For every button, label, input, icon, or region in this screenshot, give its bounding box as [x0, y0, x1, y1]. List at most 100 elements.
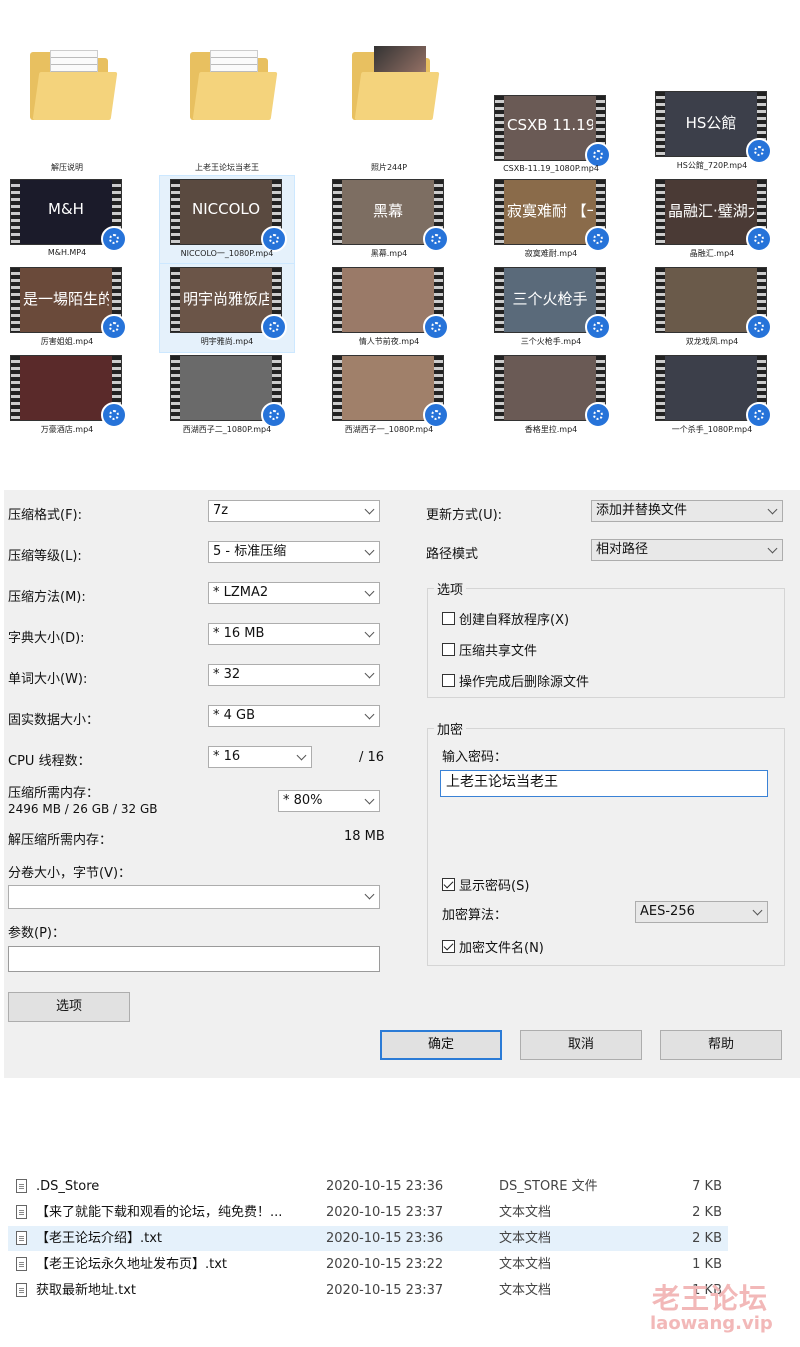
params-input[interactable] [8, 946, 380, 972]
video-file-item[interactable]: NICCOLO NICCOLO一_1080P.mp4 [159, 175, 295, 265]
thumbnail-caption: HS公館 [685, 114, 737, 132]
folder-icon [190, 50, 278, 120]
method-select[interactable]: * LZMA2 [208, 582, 380, 604]
video-file-item[interactable]: 西湖西子一_1080P.mp4 [322, 352, 456, 440]
sfx-checkbox[interactable]: 创建自释放程序(X) [442, 609, 569, 628]
file-name: 香格里拉.mp4 [524, 425, 578, 434]
chevron-down-icon [364, 794, 375, 805]
video-file-item[interactable]: 明宇尚雅饭店明宇雅尚.mp4 [159, 263, 295, 353]
threads-label: CPU 线程数： [8, 754, 91, 769]
video-file-item[interactable]: 西湖西子二_1080P.mp4 [160, 352, 294, 440]
file-name: 明宇雅尚.mp4 [200, 337, 254, 346]
video-file-item[interactable]: HS公館 HS公館_720P.mp4 [645, 88, 779, 176]
thumbnail-caption: 明宇尚雅饭店 [183, 290, 269, 308]
chevron-down-icon [364, 627, 375, 638]
solid-select[interactable]: * 4 GB [208, 705, 380, 727]
document-icon [16, 1205, 27, 1219]
cancel-button[interactable]: 取消 [520, 1030, 642, 1060]
thumbnail-caption: CSXB 11.19 [507, 116, 593, 134]
delete-checkbox[interactable]: 操作完成后删除源文件 [442, 671, 589, 690]
enc-method-select[interactable]: AES-256 [635, 901, 768, 923]
chevron-down-icon [364, 545, 375, 556]
update-select[interactable]: 添加并替换文件 [591, 500, 783, 522]
path-select[interactable]: 相对路径 [591, 539, 783, 561]
file-name: CSXB-11.19_1080P.mp4 [503, 164, 599, 173]
thumbnail-caption: NICCOLO [191, 200, 261, 218]
shared-checkbox[interactable]: 压缩共享文件 [442, 640, 537, 659]
chevron-down-icon [767, 504, 778, 515]
threads-value: * 16 [213, 749, 241, 764]
video-file-item[interactable]: 香格里拉.mp4 [484, 352, 618, 440]
path-value: 相对路径 [596, 542, 649, 557]
video-file-item[interactable]: 是一場陌生的期厉害姐姐.mp4 [0, 264, 134, 352]
volume-combobox[interactable] [8, 885, 380, 909]
video-file-item[interactable]: M&H M&H.MP4 [0, 176, 134, 264]
chevron-down-icon [364, 889, 375, 900]
video-file-item[interactable]: CSXB 11.19 CSXB-11.19_1080P.mp4 [484, 92, 618, 180]
options-group-title: 选项 [434, 579, 467, 598]
video-file-item[interactable]: 晶融汇·璧湖大战大屌晶融汇.mp4 [645, 176, 779, 264]
file-size: 2 KB [692, 1205, 722, 1220]
file-type: 文本文档 [499, 1283, 552, 1298]
folder-item[interactable]: 上老王论坛当老王 [160, 46, 294, 176]
video-thumbnail: 三个火枪手 [495, 268, 611, 340]
file-name: 晶融汇.mp4 [689, 249, 735, 258]
chevron-down-icon [364, 709, 375, 720]
word-select[interactable]: * 32 [208, 664, 380, 686]
update-label: 更新方式(U): [426, 508, 503, 523]
file-size: 7 KB [692, 1179, 722, 1194]
file-list-row[interactable]: 【老王论坛介绍】.txt 2020-10-15 23:36 文本文档 2 KB [8, 1226, 728, 1251]
checkbox-box [442, 940, 455, 953]
video-thumbnail [333, 268, 449, 340]
dict-select[interactable]: * 16 MB [208, 623, 380, 645]
encrypt-names-checkbox[interactable]: 加密文件名(N) [442, 937, 544, 956]
file-list-row[interactable]: 【来了就能下载和观看的论坛，纯免费！... 2020-10-15 23:37 文本文… [8, 1200, 728, 1225]
folder-item[interactable]: 解压说明 [0, 46, 134, 176]
video-file-item[interactable]: 万豪酒店.mp4 [0, 352, 134, 440]
video-file-item[interactable]: 黑幕 黑幕.mp4 [322, 176, 456, 264]
file-list-row[interactable]: .DS_Store 2020-10-15 23:36 DS_STORE 文件 7 KB [8, 1174, 728, 1199]
mem-percent-select[interactable]: * 80% [278, 790, 380, 812]
file-name: 双龙戏凤.mp4 [685, 337, 739, 346]
password-input[interactable]: 上老王论坛当老王 [440, 770, 768, 797]
chevron-down-icon [296, 750, 307, 761]
update-value: 添加并替换文件 [596, 503, 688, 518]
folder-item[interactable]: 照片244P [322, 46, 456, 176]
format-label: 压缩格式(F): [8, 508, 83, 523]
chevron-down-icon [364, 586, 375, 597]
file-name: 一个杀手_1080P.mp4 [671, 425, 753, 434]
decomp-value: 18 MB [344, 829, 385, 844]
video-thumbnail [495, 356, 611, 428]
video-file-item[interactable]: 一个杀手_1080P.mp4 [645, 352, 779, 440]
level-select[interactable]: 5 - 标准压缩 [208, 541, 380, 563]
format-select[interactable]: 7z [208, 500, 380, 522]
file-name: 情人节前夜.mp4 [358, 337, 420, 346]
video-file-item[interactable]: 情人节前夜.mp4 [322, 264, 456, 352]
folder-icon [30, 50, 118, 120]
video-file-item[interactable]: 寂寞难耐 【一】寂寞难耐.mp4 [484, 176, 618, 264]
video-thumbnail: 晶融汇·璧湖大战大屌 [656, 180, 772, 252]
ok-button[interactable]: 确定 [380, 1030, 502, 1060]
file-name: 寂寞难耐.mp4 [524, 249, 578, 258]
method-value: * LZMA2 [213, 585, 269, 600]
enc-method-label: 加密算法： [442, 908, 508, 923]
file-list-row[interactable]: 【老王论坛永久地址发布页】.txt 2020-10-15 23:22 文本文档 1 K… [8, 1252, 728, 1277]
video-file-item[interactable]: 双龙戏凤.mp4 [645, 264, 779, 352]
checkbox-box [442, 643, 455, 656]
show-password-label: 显示密码(S) [459, 879, 530, 894]
show-password-checkbox[interactable]: 显示密码(S) [442, 875, 529, 894]
file-list-row[interactable]: 获取最新地址.txt 2020-10-15 23:37 文本文档 1 KB [8, 1278, 728, 1303]
file-type: DS_STORE 文件 [499, 1179, 598, 1194]
file-name: HS公館_720P.mp4 [676, 161, 748, 170]
file-name: .DS_Store [36, 1179, 100, 1194]
help-button[interactable]: 帮助 [660, 1030, 782, 1060]
threads-total: / 16 [359, 750, 385, 765]
threads-select[interactable]: * 16 [208, 746, 312, 768]
video-file-item[interactable]: 三个火枪手 三个火枪手.mp4 [484, 264, 618, 352]
video-thumbnail [656, 356, 772, 428]
solid-value: * 4 GB [213, 708, 256, 723]
video-thumbnail: 黑幕 [333, 180, 449, 252]
options-button[interactable]: 选项 [8, 992, 130, 1022]
file-date: 2020-10-15 23:22 [326, 1257, 444, 1272]
file-date: 2020-10-15 23:36 [326, 1231, 444, 1246]
